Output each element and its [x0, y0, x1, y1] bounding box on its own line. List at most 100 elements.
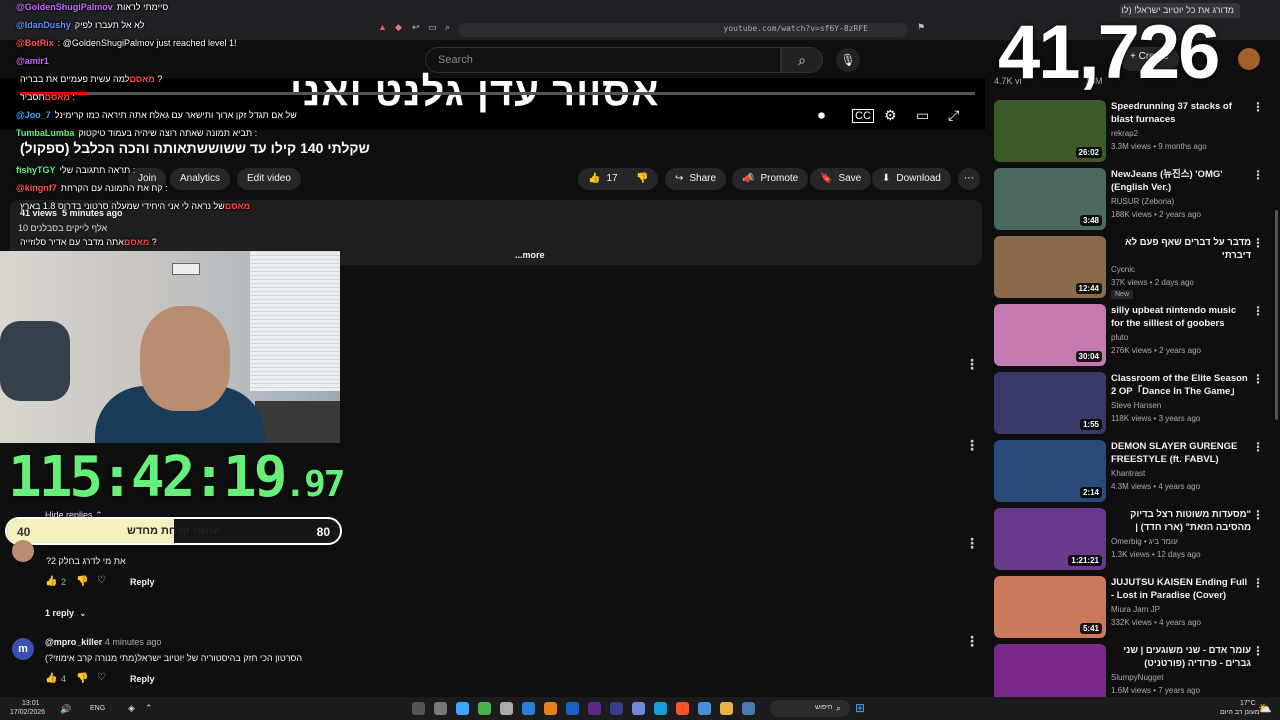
taskbar-app-icon[interactable] [412, 702, 425, 715]
clock-date[interactable]: 17/02/2026 [10, 709, 45, 716]
back-icon[interactable]: ↩ [412, 22, 420, 33]
taskbar-search[interactable]: חיפוש ⌕ [770, 700, 850, 717]
recommended-video[interactable]: 5:41 JUJUTSU KAISEN Ending Full - Lost in… [994, 576, 1274, 640]
account-avatar[interactable] [1238, 48, 1260, 70]
video-title[interactable]: Classroom of the Elite Season 2 OP「Dance… [1111, 372, 1251, 399]
reply-button[interactable]: Reply [130, 577, 155, 587]
taskbar-app-icon[interactable] [544, 702, 557, 715]
fullscreen-icon[interactable]: ⤢ [948, 107, 959, 124]
video-menu-icon[interactable]: ⋮ [1252, 168, 1264, 182]
taskbar-app-icon[interactable] [632, 702, 645, 715]
recommended-video[interactable]: 2:14 DEMON SLAYER GURENGE FREESTYLE (ft. … [994, 440, 1274, 504]
video-menu-icon[interactable]: ⋮ [1252, 372, 1264, 386]
more-link[interactable]: ...more [515, 250, 545, 260]
recommended-video[interactable]: 3:48 NewJeans (뉴진스) 'OMG' (English Ver.) R… [994, 168, 1274, 232]
recommended-video[interactable]: 12:44 ‏מדבר על דברים שאף פעם לא דיברתי Cyc… [994, 236, 1274, 300]
comment-menu-icon[interactable]: ⋮ [965, 437, 979, 454]
video-thumbnail[interactable]: 1:21:21 [994, 508, 1106, 570]
avatar[interactable] [12, 540, 34, 562]
comment-menu-icon[interactable]: ⋮ [965, 356, 979, 373]
search-icon[interactable]: ⌕ [445, 22, 450, 33]
window-icon[interactable]: ▭ [428, 22, 437, 33]
video-thumbnail[interactable]: 1:55 [994, 372, 1106, 434]
start-windows-icon[interactable]: ⊞ [855, 701, 865, 715]
like-icon[interactable]: 👍 [588, 173, 600, 184]
video-title[interactable]: silly upbeat nintendo music for the sill… [1111, 304, 1251, 330]
taskbar-app-icon[interactable] [720, 702, 733, 715]
taskbar-app-icon[interactable] [500, 702, 513, 715]
video-title[interactable]: JUJUTSU KAISEN Ending Full - Lost in Par… [1111, 576, 1251, 602]
language-indicator[interactable]: ENG [90, 705, 105, 712]
video-menu-icon[interactable]: ⋮ [1252, 236, 1264, 250]
avatar[interactable]: m [12, 638, 34, 660]
video-title[interactable]: "מסעדות משוטות רצל בדיוק מהסיבה הזאת" (א… [1111, 508, 1251, 535]
dislike-icon[interactable]: 👎 [76, 673, 88, 684]
reply-button[interactable]: Reply [130, 674, 155, 684]
analytics-button[interactable]: Analytics [170, 168, 231, 190]
address-bar[interactable]: youtube.com/watch?v=sf6Y-8zRFE [458, 23, 908, 37]
more-actions-button[interactable]: ⋯ [958, 168, 980, 190]
video-menu-icon[interactable]: ⋮ [1252, 100, 1264, 114]
settings-gear-icon[interactable]: ⚙ [884, 107, 897, 124]
taskbar-app-icon[interactable] [676, 702, 689, 715]
tray-chevron-icon[interactable]: ⌃ [145, 703, 153, 714]
video-menu-icon[interactable]: ⋮ [1252, 440, 1264, 454]
taskbar-app-icon[interactable] [588, 702, 601, 715]
promote-button[interactable]: 📣 Promote [732, 168, 809, 190]
taskbar-app-icon[interactable] [456, 702, 469, 715]
dislike-icon[interactable]: 👎 [636, 173, 648, 184]
video-thumbnail[interactable]: 5:41 [994, 576, 1106, 638]
video-thumbnail[interactable]: 26:02 [994, 100, 1106, 162]
video-thumbnail[interactable]: 30:04 [994, 304, 1106, 366]
taskbar-app-icon[interactable] [522, 702, 535, 715]
clock-time[interactable]: 13:01 [22, 700, 40, 707]
microphone-icon[interactable]: 🎙 [836, 48, 860, 72]
video-title[interactable]: Speedrunning 37 stacks of blast furnaces [1111, 100, 1251, 126]
sidebar-scrollbar[interactable] [1275, 210, 1278, 420]
app-tray-icon[interactable]: ◈ [128, 703, 135, 714]
view-replies-button[interactable]: 1 reply ⌄ [45, 608, 87, 619]
taskbar-app-icon[interactable] [610, 702, 623, 715]
download-button[interactable]: ⬇ Download [872, 168, 951, 190]
video-title[interactable]: DEMON SLAYER GURENGE FREESTYLE (ft. FABV… [1111, 440, 1251, 466]
save-button[interactable]: 🔖 Save [810, 168, 872, 190]
taskbar-app-icon[interactable] [478, 702, 491, 715]
video-menu-icon[interactable]: ⋮ [1252, 304, 1264, 318]
video-menu-icon[interactable]: ⋮ [1252, 576, 1264, 590]
recommended-video[interactable]: 26:02 Speedrunning 37 stacks of blast fur… [994, 100, 1274, 164]
like-icon[interactable]: 👍 [45, 576, 57, 587]
weather-temp[interactable]: 17°C [1240, 700, 1256, 707]
recommended-video[interactable]: 30:04 silly upbeat nintendo music for the… [994, 304, 1274, 368]
video-thumbnail[interactable]: 3:48 [994, 168, 1106, 230]
share-button[interactable]: ↪ Share [665, 168, 727, 190]
speaker-icon[interactable]: 🔊 [60, 704, 71, 715]
taskbar-app-icon[interactable] [742, 702, 755, 715]
taskbar-app-icon[interactable] [434, 702, 447, 715]
video-menu-icon[interactable]: ⋮ [1252, 644, 1264, 658]
comment-username[interactable]: @mpro_killer [45, 637, 102, 647]
like-icon[interactable]: 👍 [45, 673, 57, 684]
recommended-video[interactable]: 1:55 Classroom of the Elite Season 2 OP「D… [994, 372, 1274, 436]
video-thumbnail[interactable]: 2:14 [994, 440, 1106, 502]
video-thumbnail[interactable]: 12:44 [994, 236, 1106, 298]
comment-menu-icon[interactable]: ⋮ [965, 535, 979, 552]
heart-icon[interactable]: ♡ [97, 672, 106, 683]
taskbar-app-icon[interactable] [654, 702, 667, 715]
miniplayer-icon[interactable]: ▭ [916, 107, 929, 124]
brave-shield-icon[interactable]: ▲ [378, 22, 387, 32]
video-title[interactable]: NewJeans (뉴진스) 'OMG' (English Ver.) [1111, 168, 1251, 194]
edit-video-button[interactable]: Edit video [237, 168, 301, 190]
taskbar-app-icon[interactable] [566, 702, 579, 715]
video-menu-icon[interactable]: ⋮ [1252, 508, 1264, 522]
recommended-video[interactable]: 1:21:21 "מסעדות משוטות רצל בדיוק מהסיבה ה… [994, 508, 1274, 572]
progress-bar[interactable] [20, 92, 975, 95]
autoplay-toggle-icon[interactable]: ⏺ [818, 107, 825, 124]
bookmark-icon[interactable]: ⚑ [917, 22, 925, 33]
extension-icon[interactable]: ◆ [395, 22, 402, 33]
captions-icon[interactable]: CC [852, 109, 874, 123]
heart-icon[interactable]: ♡ [97, 575, 106, 586]
dislike-icon[interactable]: 👎 [76, 576, 88, 587]
search-button[interactable]: ⌕ [781, 47, 823, 73]
video-title[interactable]: ‏מדבר על דברים שאף פעם לא דיברתי [1111, 236, 1251, 262]
taskbar-app-icon[interactable] [698, 702, 711, 715]
